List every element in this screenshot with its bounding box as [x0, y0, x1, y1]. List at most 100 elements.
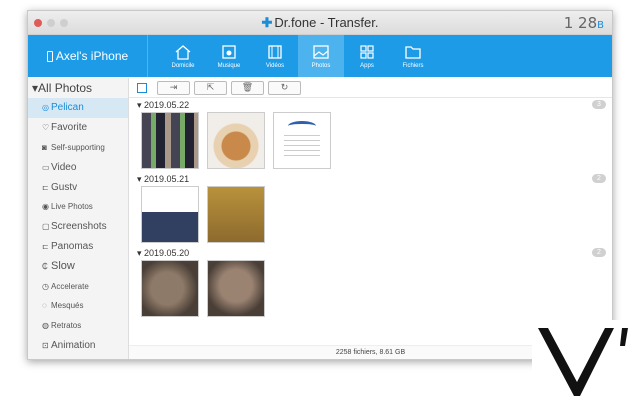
sidebar-item-label: Self-supporting [51, 142, 105, 152]
live-icon: ◉ [42, 202, 49, 212]
photo-thumb[interactable] [141, 260, 199, 317]
select-all-checkbox[interactable] [137, 82, 147, 93]
nav-tabs: Domicile Musique Vidéos Photos Apps Fich… [160, 35, 436, 77]
count-badge: 2 [592, 174, 606, 183]
photo-thumb[interactable] [207, 112, 265, 169]
count-badge: 3 [592, 100, 606, 109]
photo-thumb[interactable] [141, 112, 199, 169]
app-window: ✚ Dr.fone - Transfer. 1 28B Axel's iPhone… [27, 10, 613, 360]
export-button[interactable]: ⇱ [194, 80, 227, 95]
thumb-row [137, 260, 612, 320]
tab-photos[interactable]: Photos [298, 35, 344, 77]
hidden-icon: ◌ [42, 301, 47, 311]
sidebar-item-label: Video [51, 161, 77, 173]
date-header[interactable]: ▾ 2019.05.21 [137, 172, 612, 186]
apps-icon [360, 44, 374, 59]
counter-sup: B [597, 20, 604, 31]
video-icon: ▭ [42, 162, 50, 172]
date-label: 2019.05.22 [144, 100, 190, 110]
portrait-icon: ◍ [42, 321, 49, 331]
timelapse-icon: ◷ [42, 281, 49, 291]
sidebar-item-pelican[interactable]: ◎ Pelican [28, 98, 128, 118]
sidebar-item-label: Accelerate [51, 281, 89, 291]
music-icon [222, 44, 236, 59]
burst-icon: ⊏ [42, 182, 49, 192]
home-icon [175, 44, 191, 60]
sidebar-item-label: Pelican [51, 102, 84, 114]
main-toolbar: Axel's iPhone Domicile Musique Vidéos Ph… [28, 35, 612, 77]
device-selector[interactable]: Axel's iPhone [28, 35, 148, 77]
heart-icon: ♡ [42, 123, 50, 133]
tab-photos-label: Photos [311, 62, 331, 69]
date-header[interactable]: ▾ 2019.05.20 [137, 246, 612, 260]
tab-music-label: Musique [217, 62, 241, 69]
sidebar-item-label: Mesqués [51, 301, 84, 311]
battery-counter: 1 28B [564, 14, 604, 32]
date-header[interactable]: ▾ 2019.05.22 [137, 98, 612, 112]
tab-home[interactable]: Domicile [160, 35, 206, 77]
sidebar: ▾All Photos ◎ Pelican ♡ Favorite ◙ Self-sup… [28, 78, 134, 359]
export-icon: ⇱ [206, 82, 215, 92]
photo-thumb[interactable] [141, 186, 199, 243]
sidebar-item-label: Animation [51, 339, 96, 351]
thumb-row [137, 186, 612, 246]
import-icon: ⇥ [169, 82, 178, 92]
count-badge: 2 [592, 248, 606, 257]
sidebar-item-label: Retratos [51, 321, 82, 331]
sidebar-item-self-supporting[interactable]: ◙ Self-supporting [28, 138, 128, 158]
thumb-row [137, 112, 612, 172]
tab-apps[interactable]: Apps [344, 35, 390, 77]
sidebar-item-video[interactable]: ▭ Video [28, 157, 128, 177]
sidebar-item-label: Screenshots [51, 221, 107, 233]
sidebar-item-accelerate[interactable]: ◷ Accelerate [28, 276, 128, 296]
photo-thumb[interactable] [273, 112, 331, 169]
device-name: Axel's iPhone [55, 49, 129, 63]
tab-home-label: Domicile [171, 62, 195, 69]
tab-videos[interactable]: Vidéos [252, 35, 298, 77]
image-icon [313, 44, 329, 59]
sidebar-item-animation[interactable]: ⊡ Animation [28, 336, 128, 356]
drfone-plus-icon: ✚ [261, 15, 273, 30]
date-label: 2019.05.21 [144, 174, 190, 184]
window-title-text: Dr.fone - Transfer. [274, 15, 379, 30]
selfie-icon: ◙ [42, 142, 47, 152]
sidebar-item-gustv[interactable]: ⊏ Gustv [28, 177, 128, 197]
date-label: 2019.05.20 [144, 248, 190, 258]
content-area: ▾All Photos ◎ Pelican ♡ Favorite ◙ Self-sup… [28, 78, 612, 359]
title-bar: ✚ Dr.fone - Transfer. 1 28B [28, 11, 612, 35]
sidebar-item-mesques[interactable]: ◌ Mesqués [28, 296, 128, 316]
sidebar-item-slow[interactable]: ₵ Slow [28, 256, 128, 276]
tab-music[interactable]: Musique [206, 35, 252, 77]
slow-icon: ₵ [42, 261, 48, 271]
animation-icon: ⊡ [42, 340, 49, 350]
delete-button[interactable]: 🗑 [231, 80, 264, 95]
photo-thumb[interactable] [207, 186, 265, 243]
photo-thumb[interactable] [207, 260, 265, 317]
photo-grid: ⇥ ⇱ 🗑 ↻ ▾ 2019.05.22 3 ▾ 2019.05.21 2 ▾ … [129, 78, 612, 359]
sidebar-item-live-photos[interactable]: ◉ Live Photos [28, 197, 128, 217]
sidebar-item-favorite[interactable]: ♡ Favorite [28, 118, 128, 138]
sidebar-item-retratos[interactable]: ◍ Retratos [28, 316, 128, 336]
tab-files-label: Fichiers [402, 62, 424, 69]
sidebar-header-label: All Photos [38, 81, 93, 95]
sidebar-header[interactable]: ▾All Photos [28, 78, 128, 98]
sidebar-item-label: Panomas [51, 240, 94, 252]
refresh-button[interactable]: ↻ [268, 80, 301, 95]
camera-icon: ◎ [42, 103, 49, 113]
counter-main: 1 28 [563, 14, 598, 32]
tab-apps-label: Apps [360, 62, 374, 69]
window-title: ✚ Dr.fone - Transfer. [28, 15, 612, 31]
sidebar-item-label: Gustv [51, 181, 78, 193]
sidebar-item-panomas[interactable]: ⊏ Panomas [28, 237, 128, 257]
import-button[interactable]: ⇥ [157, 80, 190, 95]
tab-files[interactable]: Fichiers [390, 35, 436, 77]
folder-icon [405, 45, 421, 59]
panorama-icon: ⊏ [42, 241, 49, 251]
watermark-logo [532, 320, 640, 400]
sidebar-item-screenshots[interactable]: ▢ Screenshots [28, 217, 128, 237]
date-group: ▾ 2019.05.21 2 [129, 172, 612, 246]
date-group: ▾ 2019.05.20 2 [129, 246, 612, 320]
trash-icon: 🗑 [241, 82, 254, 92]
refresh-icon: ↻ [280, 82, 289, 92]
date-group: ▾ 2019.05.22 3 [129, 98, 612, 172]
